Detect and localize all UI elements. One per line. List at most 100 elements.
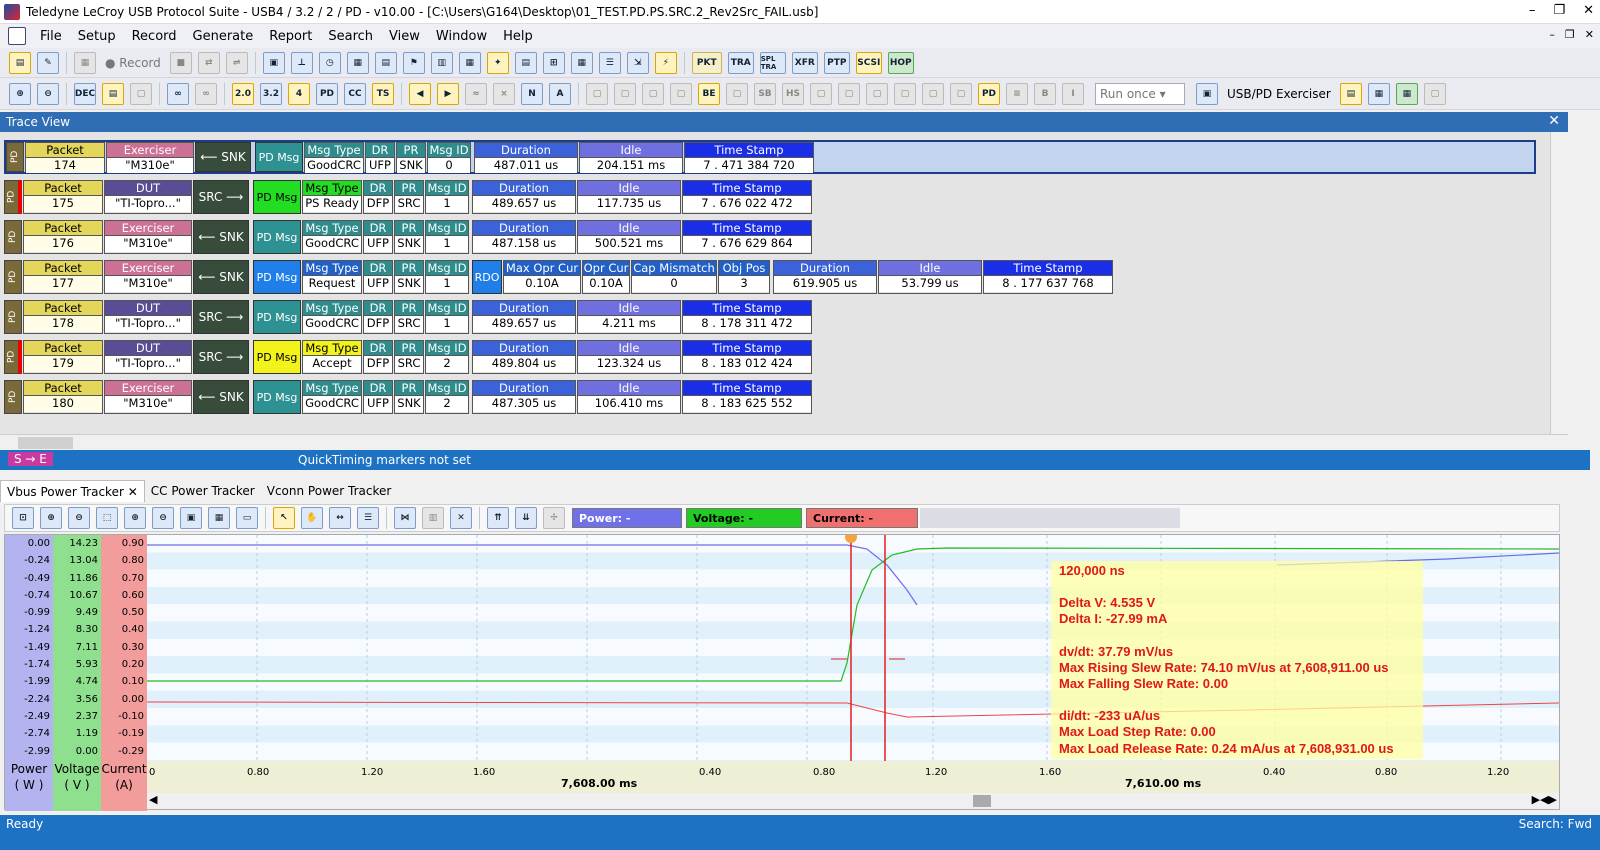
graph-scroll-thumb[interactable] <box>973 795 991 807</box>
doc-close-icon[interactable]: ✕ <box>1585 28 1594 41</box>
disabled-tool-9-icon[interactable]: ▢ <box>894 82 916 105</box>
pointer-icon[interactable]: ↖ <box>273 507 295 529</box>
page-icon[interactable]: ▤ <box>102 82 124 105</box>
menu-report[interactable]: Report <box>261 29 320 44</box>
lightning-icon[interactable]: ⚡ <box>654 51 677 74</box>
disabled-tool-2-icon[interactable]: ▢ <box>614 82 636 105</box>
report-icon[interactable]: ▤ <box>514 51 537 74</box>
grid-icon[interactable]: ▦ <box>346 51 369 74</box>
close-icon[interactable]: ✕ <box>128 485 138 499</box>
ptp-button[interactable]: PTP <box>823 51 850 74</box>
timer-icon[interactable]: ◷ <box>318 51 341 74</box>
spl-tra-button[interactable]: SPL TRA <box>759 51 786 74</box>
stop-icon[interactable]: ■ <box>169 51 192 74</box>
sb-icon[interactable]: SB <box>754 82 776 105</box>
zoom-out-icon[interactable]: ⊖ <box>68 507 90 529</box>
menu-file[interactable]: File <box>32 29 70 44</box>
layout-4-icon[interactable]: ▢ <box>1423 82 1446 105</box>
binoculars-icon[interactable]: ∞ <box>167 82 189 105</box>
filter-icon[interactable]: ⊥ <box>290 51 313 74</box>
zoom-next-icon[interactable]: ⊖ <box>152 507 174 529</box>
vertical-scrollbar[interactable] <box>1550 132 1568 434</box>
tra-button[interactable]: TRA <box>727 51 754 74</box>
copy-icon[interactable]: ▢ <box>130 82 152 105</box>
layout-icon[interactable]: ▦ <box>570 51 593 74</box>
list-icon[interactable]: ☰ <box>598 51 621 74</box>
quicktiming-markers[interactable]: S → E <box>8 452 53 466</box>
display-options-icon[interactable]: ▣ <box>262 51 285 74</box>
trigger-down-icon[interactable]: ⇊ <box>515 507 537 529</box>
markers-icon[interactable]: ⋈ <box>394 507 416 529</box>
monitor-icon[interactable]: ▭ <box>236 507 258 529</box>
minimize-icon[interactable]: – <box>1529 3 1536 18</box>
pkt-button[interactable]: PKT <box>691 51 722 74</box>
trigger-up-icon[interactable]: ⇈ <box>487 507 509 529</box>
trace-row[interactable]: PD Packet 175 DUT "TI-Topro..." SRC ⟶ PD Msg Ms… <box>4 180 813 214</box>
hs-icon[interactable]: HS <box>782 82 804 105</box>
layout-2-icon[interactable]: ▦ <box>1367 82 1390 105</box>
restore-icon[interactable]: ❐ <box>1553 3 1565 18</box>
hide-pd-button[interactable]: PD <box>316 82 338 105</box>
scroll-thumb[interactable] <box>18 437 73 449</box>
exerciser-icon[interactable]: ▣ <box>1196 82 1218 105</box>
measure-icon[interactable]: ↔ <box>329 507 351 529</box>
disabled-tool-7-icon[interactable]: ▢ <box>838 82 860 105</box>
doc-minimize-icon[interactable]: – <box>1549 28 1555 41</box>
close-icon[interactable]: ✕ <box>1548 113 1560 129</box>
menu-generate[interactable]: Generate <box>185 29 262 44</box>
tab-vconn-power-tracker[interactable]: Vconn Power Tracker <box>261 480 398 502</box>
tab-vbus-power-tracker[interactable]: Vbus Power Tracker ✕ <box>0 480 145 502</box>
italic-icon[interactable]: I <box>1062 82 1084 105</box>
trace-row[interactable]: PD Packet 180 Exerciser "M310e" ⟵ SNK PD Msg Ms… <box>4 380 813 414</box>
scsi-button[interactable]: SCSI <box>855 51 882 74</box>
trace-row[interactable]: PD Packet 178 DUT "TI-Topro..." SRC ⟶ PD Msg Ms… <box>4 300 813 334</box>
decode-button[interactable]: DEC <box>74 82 96 105</box>
disabled-tool-11-icon[interactable]: ▢ <box>950 82 972 105</box>
trace-row[interactable]: PD Packet 174 Exerciser "M310e" ⟵ SNK PD Msg Ms… <box>4 140 1536 174</box>
zoom-in-icon[interactable]: ⊕ <box>40 507 62 529</box>
chart-icon[interactable]: ▥ <box>422 507 444 529</box>
hop-button[interactable]: HOP <box>887 51 914 74</box>
run-mode-select[interactable]: Run once ▾ <box>1095 82 1185 105</box>
export-image-icon[interactable]: ▣ <box>180 507 202 529</box>
trace-row[interactable]: PD Packet 176 Exerciser "M310e" ⟵ SNK PD Msg Ms… <box>4 220 813 254</box>
trace-row[interactable]: PD Packet 179 DUT "TI-Topro..." SRC ⟶ PD Msg Ms… <box>4 340 813 374</box>
open-folder-icon[interactable]: ▤ <box>9 51 31 74</box>
disabled-tool-1-icon[interactable]: ▢ <box>586 82 608 105</box>
settings-icon[interactable]: ✎ <box>37 51 59 74</box>
menu-window[interactable]: Window <box>428 29 495 44</box>
screenshot-icon[interactable]: ▦ <box>208 507 230 529</box>
disabled-tool-3-icon[interactable]: ▢ <box>642 82 664 105</box>
record-settings-icon[interactable]: ▦ <box>74 51 96 74</box>
hide-xfr-icon[interactable]: × <box>493 82 515 105</box>
horizontal-scrollbar[interactable] <box>0 434 1568 450</box>
trace-row[interactable]: PD Packet 177 Exerciser "M310e" ⟵ SNK PD Msg Ms… <box>4 260 1114 294</box>
hide-20-button[interactable]: 2.0 <box>232 82 254 105</box>
close-icon[interactable]: ✕ <box>1583 3 1594 18</box>
graph-icon[interactable]: ▦ <box>458 51 481 74</box>
nak-icon[interactable]: N <box>521 82 543 105</box>
zoom-box-icon[interactable]: ⬚ <box>96 507 118 529</box>
fit-icon[interactable]: ⊡ <box>12 507 34 529</box>
bar-chart-icon[interactable]: ▥ <box>430 51 453 74</box>
hand-icon[interactable]: ✋ <box>301 507 323 529</box>
marker-icon[interactable]: ⚑ <box>402 51 425 74</box>
zoom-in-icon[interactable]: ⊕ <box>9 82 31 105</box>
disabled-tool-10-icon[interactable]: ▢ <box>922 82 944 105</box>
hide-32-button[interactable]: 3.2 <box>260 82 282 105</box>
disabled-tool-8-icon[interactable]: ▢ <box>866 82 888 105</box>
hide-sof-icon[interactable]: ≈ <box>465 82 487 105</box>
menu-help[interactable]: Help <box>495 29 541 44</box>
pd-filter-icon[interactable]: PD <box>978 82 1000 105</box>
stack-icon[interactable]: ≡ <box>1006 82 1028 105</box>
bold-icon[interactable]: B <box>1034 82 1056 105</box>
scroll-right-icon[interactable]: ▶◀▶ <box>1532 793 1557 806</box>
disabled-tool-6-icon[interactable]: ▢ <box>810 82 832 105</box>
disabled-tool-4-icon[interactable]: ▢ <box>670 82 692 105</box>
doc-restore-icon[interactable]: ❐ <box>1565 28 1575 41</box>
graph-scrollbar[interactable]: ◀ ▶◀▶ <box>147 793 1559 809</box>
trigger-icon[interactable]: ⇄ <box>197 51 220 74</box>
nav-forward-icon[interactable]: ▶ <box>437 82 459 105</box>
xfr-button[interactable]: XFR <box>791 51 818 74</box>
layout-1-icon[interactable]: ▤ <box>1339 82 1362 105</box>
